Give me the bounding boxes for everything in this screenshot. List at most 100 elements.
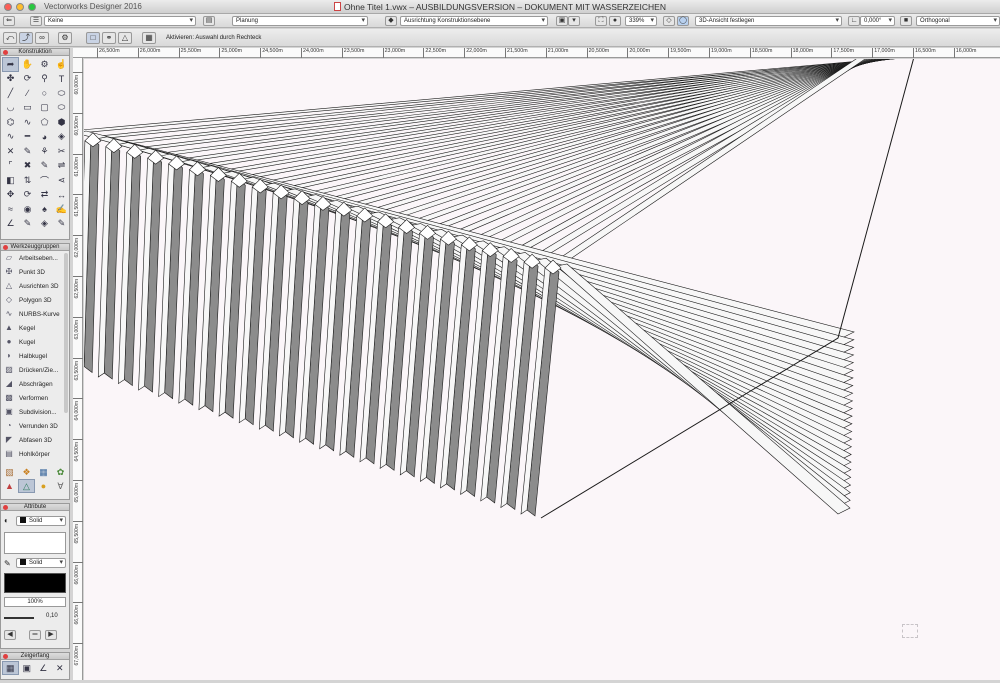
pan-tool-icon[interactable]: ✋ (19, 57, 36, 72)
working-plane-icon[interactable]: ◆ (385, 16, 397, 26)
wall-tool-icon[interactable]: ━ (19, 130, 36, 145)
class-icon[interactable]: ☰ (30, 16, 42, 26)
angle-dim-tool-icon[interactable]: ∠ (2, 217, 19, 232)
polyline-tool-icon[interactable]: ⌬ (2, 115, 19, 130)
circle-tool-icon[interactable]: ○ (36, 86, 53, 101)
angle-field[interactable]: 0,000° (860, 16, 895, 26)
class-dropdown[interactable]: Keine (44, 16, 196, 26)
rotate-tool-icon[interactable]: ⟳ (19, 188, 36, 203)
tool-set-6-icon[interactable]: △ (18, 479, 35, 493)
tool-set-4-icon[interactable]: ✿ (52, 465, 69, 479)
tool-set-2-icon[interactable]: ❖ (18, 465, 35, 479)
tool-settings-icon[interactable]: ⚙ (58, 32, 72, 44)
rectangle-tool-icon[interactable]: ▭ (19, 101, 36, 116)
move-tool-icon[interactable]: ✥ (2, 188, 19, 203)
lasso-select-icon[interactable]: ⚭ (102, 32, 116, 44)
slat-model-3d[interactable] (84, 59, 1000, 680)
text-tool-icon[interactable]: T (53, 72, 70, 87)
flyover-tool-icon[interactable]: ⚙ (36, 57, 53, 72)
snap-object-icon[interactable]: ▣ (19, 661, 35, 675)
mirror-tool-icon[interactable]: ⇅ (19, 173, 36, 188)
polygon-select-icon[interactable]: △ (118, 32, 132, 44)
offset-tool-icon[interactable]: ⇌ (53, 159, 70, 174)
save-view-icon[interactable]: ▣ (556, 16, 568, 26)
hand-tool-icon[interactable]: ☝ (53, 57, 70, 72)
start-marker-icon[interactable]: ◀ (4, 630, 16, 640)
back-arrow-icon[interactable]: ⇐ (3, 16, 15, 26)
walkthrough-tool-icon[interactable]: ✤ (2, 72, 19, 87)
tool-set-item[interactable]: ✠ Punkt 3D (1, 265, 65, 279)
angle-icon[interactable]: ∟ (848, 16, 860, 26)
fill-preview[interactable] (4, 532, 66, 554)
tool-set-item[interactable]: ◗ Halbkugel (1, 349, 65, 363)
tool-set-item[interactable]: ◤ Abfasen 3D (1, 433, 65, 447)
projection-mode-icon[interactable]: ■ (900, 16, 912, 26)
chamfer-tool-icon[interactable]: ⋖ (53, 173, 70, 188)
projection-dropdown[interactable]: Orthogonal (916, 16, 1000, 26)
pen-preview[interactable] (4, 573, 66, 593)
view-options-icon[interactable]: ▾ (568, 16, 580, 26)
trim-tool-icon[interactable]: ✖ (19, 159, 36, 174)
arc-tool-icon[interactable]: ◡ (2, 101, 19, 116)
snap-angle-icon[interactable]: ∠ (35, 661, 51, 675)
zoom-tool-icon[interactable]: ⚲ (36, 72, 53, 87)
layer-icon[interactable]: ▤ (203, 16, 215, 26)
pen-style-dropdown[interactable]: Solid (16, 558, 66, 568)
rounded-rect-tool-icon[interactable]: ▢ (36, 101, 53, 116)
tool-mode-1-icon[interactable]: ⤺ (3, 32, 17, 44)
tool-set-item[interactable]: ◇ Polygon 3D (1, 293, 65, 307)
tool-set-item[interactable]: ◢ Abschrägen (1, 377, 65, 391)
oval-tool-icon[interactable]: ⬭ (53, 101, 70, 116)
tool-set-item[interactable]: ▤ Hohlkörper (1, 447, 65, 461)
snap-intersection-icon[interactable]: ✕ (52, 661, 68, 675)
zoom-dropdown[interactable]: 339% (625, 16, 657, 26)
tool-set-5-icon[interactable]: ▲ (1, 479, 18, 493)
tool-set-item[interactable]: ▨ Drücken/Zie... (1, 363, 65, 377)
symbol-tool-icon[interactable]: ♠ (36, 202, 53, 217)
tool-mode-3-icon[interactable]: ∞ (35, 32, 49, 44)
snap-grid-icon[interactable]: ▦ (2, 661, 19, 675)
close-palette-icon[interactable] (3, 50, 8, 55)
close-palette-icon[interactable] (3, 245, 8, 250)
reshape-tool-icon[interactable]: ◧ (2, 173, 19, 188)
line-style-icon[interactable]: ═ (29, 630, 41, 640)
tool-set-item[interactable]: ▲ Kegel (1, 321, 65, 335)
plane-dropdown[interactable]: Ausrichtung Konstruktionsebene (400, 16, 548, 26)
spring-tool-icon[interactable]: ≈ (2, 202, 19, 217)
revision-tool-icon[interactable]: ◈ (36, 217, 53, 232)
fit-view-icon[interactable]: ⛶ (595, 16, 607, 26)
tool-set-item[interactable]: ▱ Arbeitseben... (1, 251, 65, 265)
view-dropdown[interactable]: 3D-Ansicht festlegen (695, 16, 842, 26)
freehand-tool-icon[interactable]: ∿ (19, 115, 36, 130)
eyedropper-tool-icon[interactable]: ✎ (19, 144, 36, 159)
spiral-tool-icon[interactable]: ∿ (2, 130, 19, 145)
drawing-area[interactable] (84, 59, 1000, 680)
fillet-tool-icon[interactable]: ⌒ (36, 173, 53, 188)
polygon-tool-icon[interactable]: ⬠ (36, 115, 53, 130)
regular-polygon-tool-icon[interactable]: ⬢ (53, 115, 70, 130)
marker-tool-icon[interactable]: ◉ (19, 202, 36, 217)
line-tool-icon[interactable]: ╱ (2, 86, 19, 101)
horizontal-ruler[interactable]: 26,500m 26,000m 25,500m 25,000m 24,500m 24,00… (73, 48, 1000, 58)
tool-set-item[interactable]: ▩ Verformen (1, 391, 65, 405)
redline-tool-icon[interactable]: ✎ (53, 217, 70, 232)
connect-tool-icon[interactable]: ⌜ (2, 159, 19, 174)
tool-set-1-icon[interactable]: ▧ (1, 465, 18, 479)
clip-tool-icon[interactable]: ✂ (53, 144, 70, 159)
close-palette-icon[interactable] (3, 505, 8, 510)
tool-set-item[interactable]: ▣ Subdivision... (1, 405, 65, 419)
ellipse-tool-icon[interactable]: ⬭ (53, 86, 70, 101)
rotate-view-tool-icon[interactable]: ⟳ (19, 72, 36, 87)
end-marker-icon[interactable]: ▶ (45, 630, 57, 640)
tool-set-item[interactable]: ◔ Verrunden 3D (1, 419, 65, 433)
close-palette-icon[interactable] (3, 654, 8, 659)
projection-icon[interactable]: ◯ (677, 16, 689, 26)
callout-tool-icon[interactable]: ✎ (19, 217, 36, 232)
fill-style-dropdown[interactable]: Solid (16, 516, 66, 526)
tool-mode-2-icon[interactable]: ⤴ (19, 32, 33, 44)
tool-set-7-icon[interactable]: ● (35, 479, 52, 493)
opacity-field[interactable]: 100% (4, 597, 66, 607)
double-line-tool-icon[interactable]: ∕ (19, 86, 36, 101)
rectangle-select-icon[interactable]: □ (86, 32, 100, 44)
render-mode-icon[interactable]: ◇ (663, 16, 675, 26)
